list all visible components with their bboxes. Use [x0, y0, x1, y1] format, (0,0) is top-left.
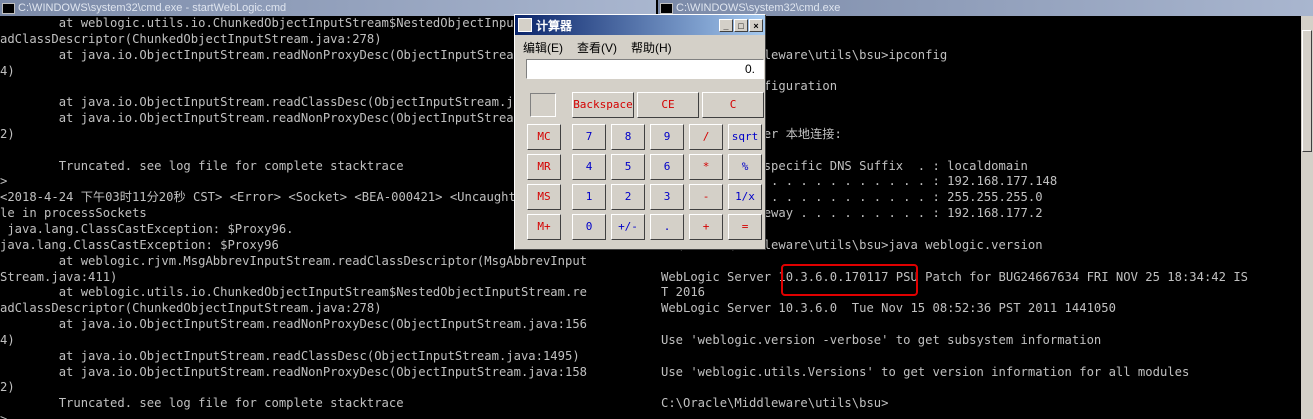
console-line: Truncated. see log file for complete sta…: [0, 396, 404, 411]
menu-view[interactable]: 查看(V): [577, 39, 617, 56]
calculator-titlebar[interactable]: 计算器 _ □ ×: [515, 15, 765, 35]
console-line: adClassDescriptor(ChunkedObjectInputStre…: [0, 301, 382, 316]
console-line: at weblogic.rjvm.MsgAbbrevInputStream.re…: [0, 253, 587, 268]
memory-indicator: [530, 93, 556, 117]
console-line: WebLogic Server 10.3.6.0.170117 PSU Patc…: [661, 269, 1248, 284]
console-line: Use 'weblogic.version -verbose' to get s…: [661, 332, 1102, 347]
right-cmd-title: C:\WINDOWS\system32\cmd.exe: [676, 2, 841, 14]
console-line: at java.io.ObjectInputStream.readNonProx…: [0, 317, 587, 332]
memory-recall-button[interactable]: MR: [527, 154, 561, 180]
clear-entry-button[interactable]: CE: [637, 92, 699, 118]
console-line: Use 'weblogic.utils.Versions' to get ver…: [661, 364, 1190, 379]
cmd-icon: [660, 2, 673, 14]
digit-1-button[interactable]: 1: [572, 184, 606, 210]
right-console-scrollbar[interactable]: [1301, 16, 1313, 419]
subtract-button[interactable]: -: [689, 184, 723, 210]
console-line: at weblogic.utils.io.ChunkedObjectInputS…: [0, 285, 587, 300]
calculator-icon: [518, 18, 532, 32]
digit-2-button[interactable]: 2: [611, 184, 645, 210]
digit-5-button[interactable]: 5: [611, 154, 645, 180]
divide-button[interactable]: /: [689, 124, 723, 150]
sign-toggle-button[interactable]: +/-: [611, 214, 645, 240]
cmd-icon: [2, 2, 15, 14]
menu-edit[interactable]: 编辑(E): [523, 39, 563, 56]
multiply-button[interactable]: *: [689, 154, 723, 180]
minimize-button[interactable]: _: [719, 18, 733, 32]
digit-3-button[interactable]: 3: [650, 184, 684, 210]
equals-button[interactable]: =: [728, 214, 762, 240]
digit-7-button[interactable]: 7: [572, 124, 606, 150]
sqrt-button[interactable]: sqrt: [728, 124, 762, 150]
console-line: Stream.java:411): [0, 269, 118, 284]
console-line: T 2016: [661, 285, 706, 300]
reciprocal-button[interactable]: 1/x: [728, 184, 762, 210]
version-highlight-box: [781, 264, 918, 296]
percent-button[interactable]: %: [728, 154, 762, 180]
memory-store-button[interactable]: MS: [527, 184, 561, 210]
backspace-button[interactable]: Backspace: [572, 92, 634, 118]
console-line: WebLogic Server 10.3.6.0 Tue Nov 15 08:5…: [661, 301, 1116, 316]
clear-button[interactable]: C: [702, 92, 764, 118]
console-line: at java.io.ObjectInputStream.readNonProx…: [0, 364, 587, 379]
calculator-display: 0.: [526, 59, 764, 79]
console-line: >: [0, 412, 656, 419]
digit-6-button[interactable]: 6: [650, 154, 684, 180]
decimal-button[interactable]: .: [650, 214, 684, 240]
left-cmd-title: C:\WINDOWS\system32\cmd.exe - startWebLo…: [18, 2, 287, 14]
memory-clear-button[interactable]: MC: [527, 124, 561, 150]
digit-0-button[interactable]: 0: [572, 214, 606, 240]
console-line: at java.io.ObjectInputStream.readClassDe…: [0, 348, 580, 363]
console-line: C:\Oracle\Middleware\utils\bsu>: [661, 396, 889, 411]
digit-9-button[interactable]: 9: [650, 124, 684, 150]
close-button[interactable]: ×: [749, 18, 763, 32]
calculator-window[interactable]: 计算器 _ □ × 编辑(E) 查看(V) 帮助(H) 0. Backspace…: [514, 14, 766, 250]
menu-help[interactable]: 帮助(H): [631, 39, 672, 56]
calculator-menubar: 编辑(E) 查看(V) 帮助(H): [515, 35, 765, 58]
calculator-title: 计算器: [536, 18, 573, 33]
memory-add-button[interactable]: M+: [527, 214, 561, 240]
digit-8-button[interactable]: 8: [611, 124, 645, 150]
console-line: 2): [0, 380, 15, 395]
add-button[interactable]: +: [689, 214, 723, 240]
scrollbar-thumb[interactable]: [1302, 30, 1312, 152]
maximize-button[interactable]: □: [734, 18, 748, 32]
digit-4-button[interactable]: 4: [572, 154, 606, 180]
console-line: 4): [0, 332, 15, 347]
